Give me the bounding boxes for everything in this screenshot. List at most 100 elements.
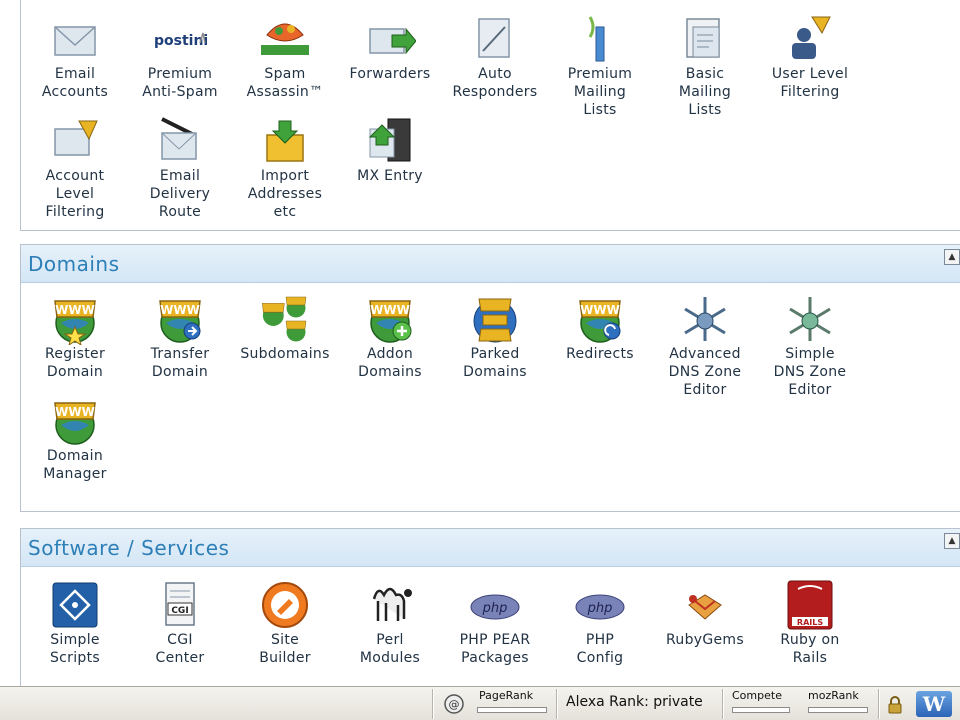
forward-envelope-icon [364, 13, 417, 65]
email-spamassassin[interactable]: Spam Assassin™ [235, 13, 335, 101]
compete-bar [732, 707, 790, 713]
software-title: Software / Services [28, 536, 230, 560]
domains-header[interactable]: Domains ▲ [21, 245, 960, 283]
user-filter-icon [784, 13, 836, 65]
svg-text:WWW: WWW [160, 303, 200, 317]
email-mx-entry[interactable]: MX Entry [340, 115, 440, 185]
postini-logo: postini [130, 13, 230, 65]
item-label: Simple DNS Zone Editor [773, 346, 847, 398]
item-label: Redirects [566, 346, 634, 362]
item-label: Account Level Filtering [45, 168, 105, 220]
email-autoresponder[interactable]: Auto Responders [445, 13, 545, 101]
svg-text:php: php [587, 601, 613, 616]
item-label: Spam Assassin™ [246, 66, 324, 100]
svg-text:RAILS: RAILS [797, 618, 823, 627]
domains-www-multi[interactable]: Subdomains [235, 293, 335, 363]
email-envelope[interactable]: Email Accounts [25, 13, 125, 101]
svg-text:CGI: CGI [171, 606, 188, 616]
cpanel-page: Email Accounts postini Premium Anti-Spam Sp… [0, 0, 960, 688]
software-ruby-gems[interactable]: RubyGems [655, 579, 755, 649]
compete-widget[interactable]: Compete [728, 689, 798, 719]
spamassassin-logo [235, 13, 335, 65]
import-box-icon [259, 115, 311, 167]
software-simple-scripts[interactable]: Simple Scripts [25, 579, 125, 667]
status-separator [556, 689, 558, 719]
software-camel[interactable]: Perl Modules [340, 579, 440, 667]
basic-list-icon [679, 13, 731, 65]
compete-label: Compete [732, 689, 782, 702]
domains-dns-network[interactable]: Advanced DNS Zone Editor [655, 293, 755, 399]
domains-panel: Domains ▲ WWW Register Domain WWW Transf… [20, 244, 960, 512]
www-parked-icon [469, 293, 521, 345]
item-label: Import Addresses etc [247, 168, 323, 220]
rails-icon: RAILS [784, 579, 836, 631]
svg-text:php: php [482, 601, 508, 616]
googlebar-icon[interactable]: @ [443, 693, 465, 715]
mailing-list-icon [574, 13, 626, 65]
email-delivery-route[interactable]: Email Delivery Route [130, 115, 230, 221]
mozrank-bar [808, 707, 868, 713]
lock-icon[interactable] [885, 695, 905, 715]
email-basic-list[interactable]: Basic Mailing Lists [655, 13, 755, 119]
php-config-icon: php [574, 579, 626, 631]
item-label: Premium Anti-Spam [142, 66, 218, 100]
www-redirect-icon: WWW [574, 293, 626, 345]
mozrank-label: mozRank [808, 689, 859, 702]
item-label: Basic Mailing Lists [678, 66, 732, 118]
software-php-config[interactable]: php PHP Config [550, 579, 650, 667]
envelope-icon [49, 13, 101, 65]
software-cgi-document[interactable]: CGI CGI Center [130, 579, 230, 667]
item-label: Simple Scripts [50, 632, 100, 666]
account-filter-icon [49, 115, 101, 167]
www-manager-icon: WWW [49, 395, 101, 447]
software-site-builder[interactable]: Site Builder [235, 579, 335, 667]
www-star-icon: WWW [49, 293, 101, 347]
email-forward-envelope[interactable]: Forwarders [340, 13, 440, 83]
email-postini[interactable]: postini Premium Anti-Spam [130, 13, 230, 101]
status-separator [722, 689, 724, 719]
autoresponder-icon [469, 13, 521, 65]
item-label: MX Entry [357, 168, 423, 184]
cgi-document-icon: CGI [154, 579, 206, 631]
item-label: Email Delivery Route [149, 168, 211, 220]
mx-entry-icon [364, 115, 416, 167]
item-label: CGI Center [155, 632, 205, 666]
item-label: Addon Domains [358, 346, 422, 380]
item-label: Ruby on Rails [780, 632, 840, 666]
w-logo-text: W [922, 692, 946, 716]
item-label: Advanced DNS Zone Editor [668, 346, 742, 398]
collapse-icon[interactable]: ▲ [944, 249, 960, 265]
item-label: Forwarders [349, 66, 431, 82]
w-logo-icon[interactable]: W [916, 691, 952, 717]
domains-www-parked[interactable]: Parked Domains [445, 293, 545, 381]
pagerank-widget[interactable]: PageRank [473, 689, 553, 719]
software-rails[interactable]: RAILS Ruby on Rails [760, 579, 860, 667]
email-import-box[interactable]: Import Addresses etc [235, 115, 335, 221]
svg-text:WWW: WWW [370, 303, 410, 317]
svg-text:WWW: WWW [55, 303, 95, 317]
www-add-icon: WWW [364, 293, 416, 345]
item-label: Perl Modules [359, 632, 421, 666]
domains-www-manager[interactable]: WWW Domain Manager [25, 395, 125, 483]
email-user-filter[interactable]: User Level Filtering [760, 13, 860, 101]
mozrank-widget[interactable]: mozRank [804, 689, 876, 719]
collapse-icon[interactable]: ▲ [944, 533, 960, 549]
item-label: Auto Responders [452, 66, 538, 100]
item-label: Email Accounts [41, 66, 109, 100]
domains-www-redirect[interactable]: WWW Redirects [550, 293, 650, 363]
email-mailing-list[interactable]: Premium Mailing Lists [550, 13, 650, 119]
item-label: PHP PEAR Packages [459, 632, 531, 666]
browser-status-bar: @ PageRank Alexa Rank: private Compete m… [0, 686, 960, 720]
domains-www-star[interactable]: WWW Register Domain [25, 293, 125, 381]
domains-dns-simple[interactable]: Simple DNS Zone Editor [760, 293, 860, 399]
alexa-rank[interactable]: Alexa Rank: private [566, 694, 703, 710]
software-php-pear[interactable]: php PHP PEAR Packages [445, 579, 545, 667]
www-transfer-icon: WWW [154, 293, 206, 345]
software-header[interactable]: Software / Services ▲ [21, 529, 960, 567]
item-label: Premium Mailing Lists [567, 66, 633, 118]
status-separator [878, 689, 880, 719]
email-account-filter[interactable]: Account Level Filtering [25, 115, 125, 221]
domains-www-transfer[interactable]: WWW Transfer Domain [130, 293, 230, 381]
pagerank-label: PageRank [479, 689, 534, 702]
domains-www-add[interactable]: WWW Addon Domains [340, 293, 440, 381]
